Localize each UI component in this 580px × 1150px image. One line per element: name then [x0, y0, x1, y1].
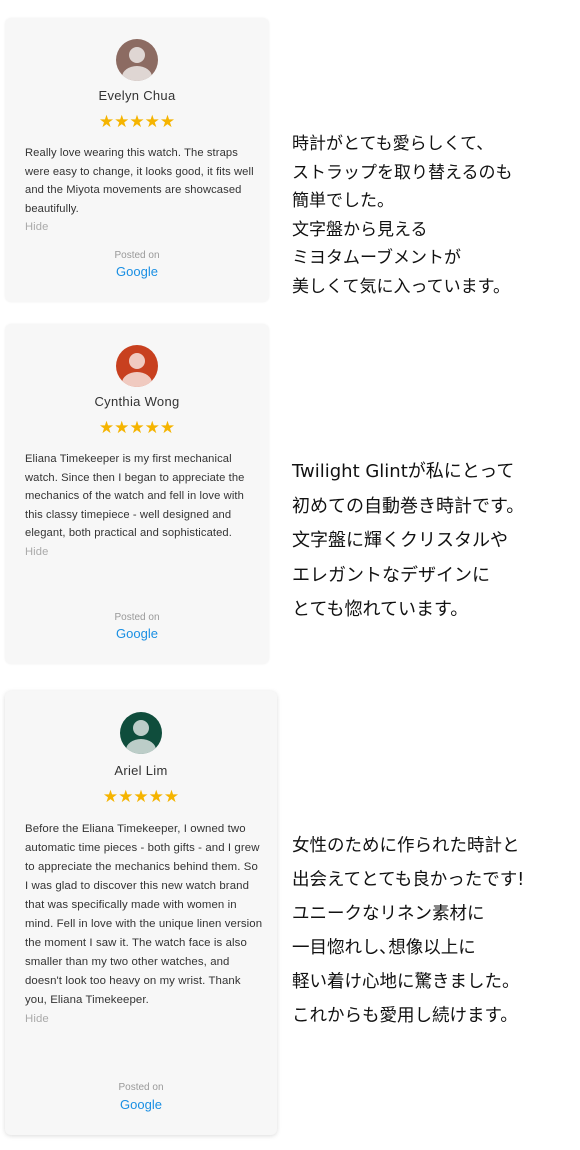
hide-link[interactable]: Hide — [25, 543, 255, 562]
posted-on-label: Posted on — [118, 1082, 164, 1093]
japanese-review-2: Twilight Glintが私にとって 初めての自動巻き時計です。 文字盤に輝… — [292, 461, 525, 620]
avatar-head-icon — [129, 47, 145, 63]
reviewer-name: Cynthia Wong — [94, 394, 180, 409]
avatar-body-icon — [126, 739, 156, 754]
japanese-review-1: 時計がとても愛らしくて、 ストラップを取り替えるのも 簡単でした。 文字盤から見… — [292, 134, 513, 297]
hide-link[interactable]: Hide — [25, 1010, 263, 1029]
avatar-body-icon — [122, 66, 152, 81]
review-text: Eliana Timekeeper is my first mechanical… — [25, 450, 255, 561]
review-body: Eliana Timekeeper is my first mechanical… — [25, 453, 245, 539]
posted-on-label: Posted on — [114, 250, 160, 261]
avatar — [116, 39, 158, 81]
japanese-review-3: 女性のために作られた時計と 出会えてとても良かったです! ユニークなリネン素材に… — [292, 836, 525, 1026]
avatar-head-icon — [133, 720, 149, 736]
google-link[interactable]: Google — [5, 264, 269, 280]
star-rating: ★★★★★ — [98, 112, 176, 131]
star-rating: ★★★★★ — [98, 418, 176, 437]
posted-on-label: Posted on — [114, 612, 160, 623]
star-rating: ★★★★★ — [102, 787, 180, 806]
reviewer-name: Ariel Lim — [114, 763, 168, 778]
reviewer-name: Evelyn Chua — [98, 88, 176, 103]
hide-link[interactable]: Hide — [25, 218, 255, 237]
avatar-head-icon — [129, 353, 145, 369]
review-text: Before the Eliana Timekeeper, I owned tw… — [25, 820, 263, 1029]
avatar — [116, 345, 158, 387]
google-link[interactable]: Google — [5, 626, 269, 642]
review-card: Evelyn Chua ★★★★★ Really love wearing th… — [5, 18, 269, 302]
avatar — [120, 712, 162, 754]
review-text: Really love wearing this watch. The stra… — [25, 144, 255, 237]
review-card: Ariel Lim ★★★★★ Before the Eliana Timeke… — [5, 691, 277, 1135]
review-body: Really love wearing this watch. The stra… — [25, 147, 254, 215]
review-body: Before the Eliana Timekeeper, I owned tw… — [25, 823, 263, 1006]
avatar-body-icon — [122, 372, 152, 387]
google-link[interactable]: Google — [5, 1097, 277, 1113]
review-card: Cynthia Wong ★★★★★ Eliana Timekeeper is … — [5, 324, 269, 664]
